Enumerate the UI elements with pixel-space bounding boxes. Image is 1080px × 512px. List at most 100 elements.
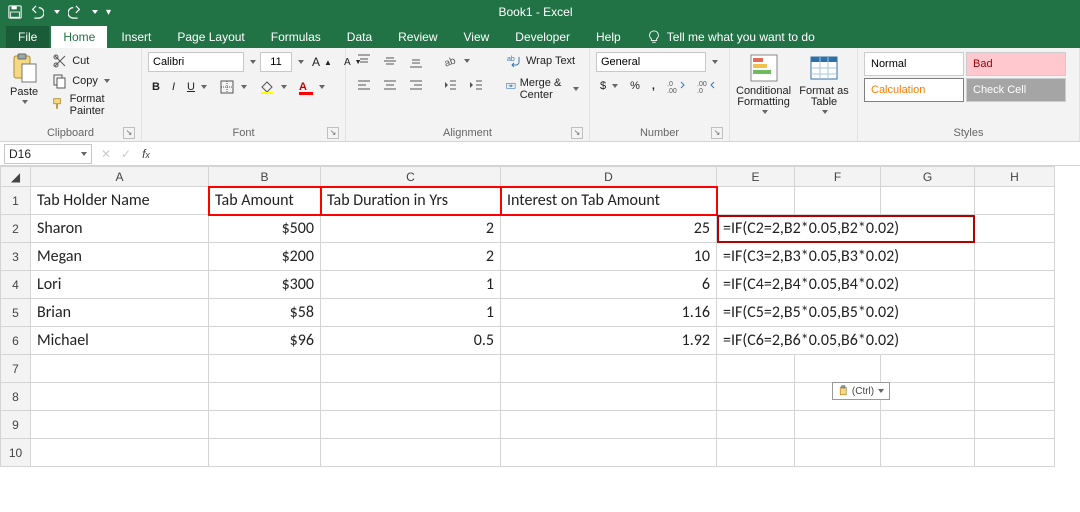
cell[interactable]: $58 [209, 299, 321, 327]
align-bottom-button[interactable] [404, 52, 428, 70]
cell[interactable]: $300 [209, 271, 321, 299]
chevron-down-icon[interactable] [250, 60, 256, 64]
style-bad[interactable]: Bad [966, 52, 1066, 76]
cell[interactable]: $500 [209, 215, 321, 243]
cell[interactable]: $96 [209, 327, 321, 355]
cell[interactable]: 6 [501, 271, 717, 299]
copy-button[interactable]: Copy [48, 72, 135, 90]
orientation-button[interactable]: ab [438, 52, 474, 70]
row-header[interactable]: 1 [1, 187, 31, 215]
chevron-down-icon[interactable] [298, 60, 304, 64]
tab-insert[interactable]: Insert [109, 26, 163, 48]
cell[interactable] [717, 187, 795, 215]
tab-data[interactable]: Data [335, 26, 384, 48]
align-top-button[interactable] [352, 52, 376, 70]
cell[interactable]: 1 [321, 271, 501, 299]
cell[interactable] [717, 411, 795, 439]
decrease-indent-button[interactable] [438, 76, 462, 94]
tab-view[interactable]: View [452, 26, 502, 48]
undo-icon[interactable] [30, 5, 44, 19]
dialog-launcher-icon[interactable]: ↘ [123, 127, 135, 139]
chevron-down-icon[interactable] [712, 60, 718, 64]
format-painter-button[interactable]: Format Painter [48, 92, 135, 118]
cell[interactable]: 25 [501, 215, 717, 243]
cell[interactable] [321, 439, 501, 467]
tab-formulas[interactable]: Formulas [259, 26, 333, 48]
cancel-formula-icon[interactable]: ✕ [96, 147, 116, 161]
cell[interactable]: Interest on Tab Amount [501, 187, 717, 215]
tab-developer[interactable]: Developer [503, 26, 582, 48]
cell[interactable] [975, 271, 1055, 299]
increase-decimal-button[interactable]: .0.00 [663, 78, 689, 94]
cell[interactable]: 10 [501, 243, 717, 271]
align-center-button[interactable] [378, 76, 402, 94]
cell[interactable] [881, 439, 975, 467]
cell[interactable]: Tab Holder Name [31, 187, 209, 215]
cell[interactable]: Michael [31, 327, 209, 355]
percent-button[interactable]: % [626, 79, 644, 93]
cell[interactable] [975, 327, 1055, 355]
grid[interactable]: ◢ A B C D E F G H 1 Tab Holder Name Tab … [0, 166, 1055, 467]
cell[interactable]: 1.92 [501, 327, 717, 355]
col-header[interactable]: B [209, 167, 321, 187]
cell[interactable] [881, 355, 975, 383]
dialog-launcher-icon[interactable]: ↘ [711, 127, 723, 139]
cell[interactable] [975, 299, 1055, 327]
paste-button[interactable]: Paste [6, 52, 42, 104]
row-header[interactable]: 10 [1, 439, 31, 467]
tab-review[interactable]: Review [386, 26, 449, 48]
cell[interactable] [975, 215, 1055, 243]
merge-center-button[interactable]: Merge & Center [502, 76, 583, 102]
grow-font-button[interactable]: A▲ [308, 54, 336, 70]
cell[interactable]: Tab Amount [209, 187, 321, 215]
cell[interactable]: 1 [321, 299, 501, 327]
currency-button[interactable]: $ [596, 79, 622, 93]
italic-button[interactable]: I [168, 80, 179, 94]
chevron-down-icon[interactable] [54, 10, 60, 14]
cell[interactable] [209, 439, 321, 467]
cell[interactable] [881, 411, 975, 439]
fill-color-button[interactable] [255, 78, 291, 96]
col-header[interactable]: H [975, 167, 1055, 187]
col-header[interactable]: C [321, 167, 501, 187]
cell[interactable] [975, 355, 1055, 383]
cell[interactable]: 2 [321, 243, 501, 271]
cell-styles-gallery[interactable]: Normal Bad Calculation Check Cell [864, 52, 1066, 102]
tab-file[interactable]: File [6, 26, 49, 48]
row-header[interactable]: 8 [1, 383, 31, 411]
cell[interactable] [501, 383, 717, 411]
cell[interactable] [321, 355, 501, 383]
cell[interactable] [31, 439, 209, 467]
cell[interactable] [209, 411, 321, 439]
cell[interactable]: Tab Duration in Yrs [321, 187, 501, 215]
cell[interactable]: =IF(C5=2,B5*0.05,B5*0.02) [717, 299, 975, 327]
font-name-combo[interactable] [148, 52, 244, 72]
cell[interactable] [975, 187, 1055, 215]
cell[interactable] [31, 411, 209, 439]
cell[interactable] [31, 383, 209, 411]
cell[interactable]: 2 [321, 215, 501, 243]
borders-button[interactable] [215, 78, 251, 96]
dialog-launcher-icon[interactable]: ↘ [327, 127, 339, 139]
select-all-corner[interactable]: ◢ [1, 167, 31, 187]
number-format-combo[interactable] [596, 52, 706, 72]
cell[interactable] [321, 383, 501, 411]
cell[interactable] [717, 439, 795, 467]
cell[interactable]: $200 [209, 243, 321, 271]
col-header[interactable]: E [717, 167, 795, 187]
cell[interactable] [501, 355, 717, 383]
col-header[interactable]: G [881, 167, 975, 187]
tab-help[interactable]: Help [584, 26, 633, 48]
cell[interactable]: Lori [31, 271, 209, 299]
cell[interactable]: =IF(C4=2,B4*0.05,B4*0.02) [717, 271, 975, 299]
tab-home[interactable]: Home [51, 26, 107, 48]
cell[interactable] [795, 187, 881, 215]
font-color-button[interactable]: A [295, 79, 329, 96]
cell[interactable] [795, 411, 881, 439]
comma-button[interactable]: , [648, 79, 659, 93]
wrap-text-button[interactable]: ab Wrap Text [502, 52, 583, 70]
format-as-table-button[interactable]: Format as Table [797, 52, 851, 114]
row-header[interactable]: 4 [1, 271, 31, 299]
cut-button[interactable]: Cut [48, 52, 135, 70]
cell[interactable]: =IF(C6=2,B6*0.05,B6*0.02) [717, 327, 975, 355]
